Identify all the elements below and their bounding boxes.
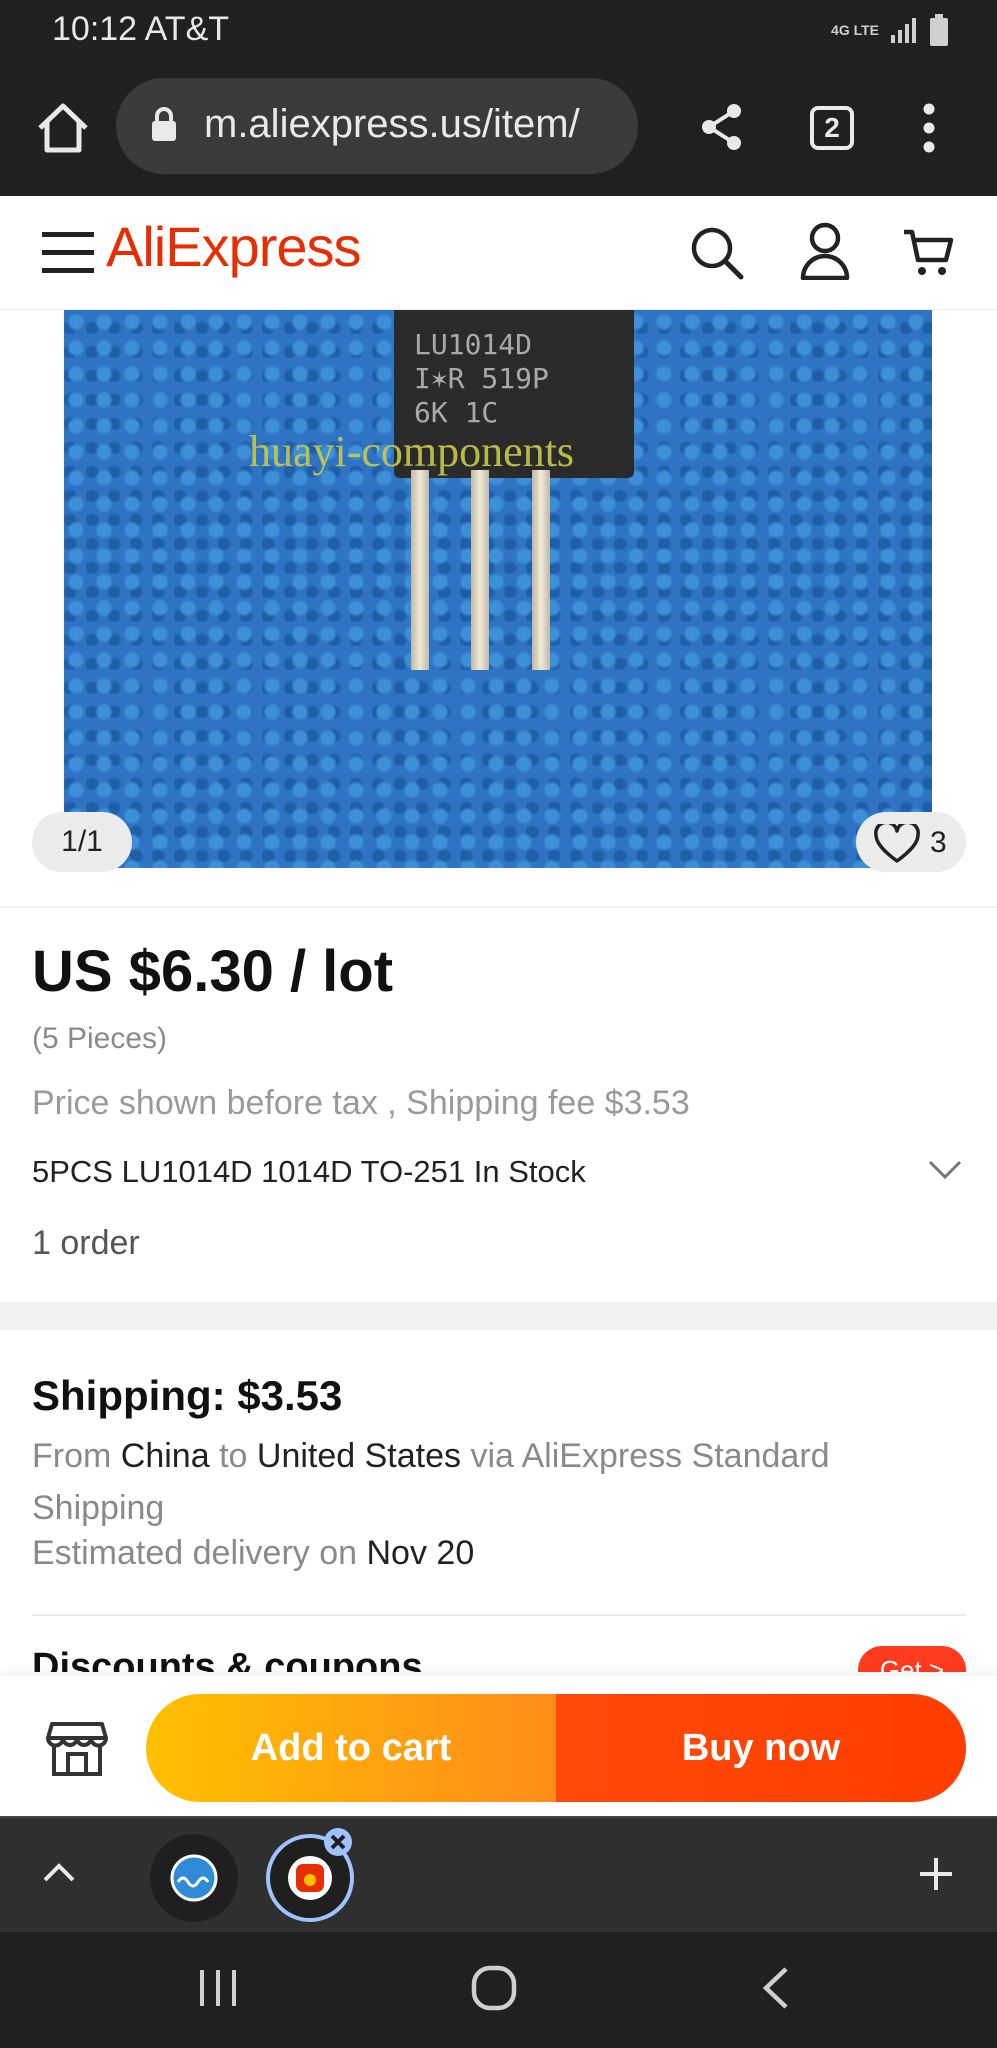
shipping-section[interactable]: Shipping: $3.53 From China to United Sta… <box>0 1330 997 1680</box>
chip-marking-2: I✶R 519P <box>414 362 549 395</box>
url-text: m.aliexpress.us/item/ <box>204 102 580 146</box>
wave-site-icon <box>170 1854 218 1902</box>
from-label: From <box>32 1437 112 1475</box>
coupons-label[interactable]: Discounts & coupons <box>32 1646 423 1672</box>
chip-leg <box>532 470 550 670</box>
product-image[interactable]: LU1014D I✶R 519P 6K 1C huayi-components <box>64 310 932 868</box>
plus-icon[interactable] <box>918 1856 954 1892</box>
chip-leg <box>471 470 489 670</box>
get-coupon-button[interactable]: Get > <box>858 1646 966 1672</box>
purchase-bar: Add to cart Buy now <box>0 1676 997 1816</box>
add-to-cart-button[interactable]: Add to cart <box>146 1694 556 1802</box>
eta-label: Estimated delivery on <box>32 1534 358 1572</box>
home-icon[interactable] <box>34 100 92 156</box>
battery-icon <box>930 14 948 46</box>
product-title[interactable]: 5PCS LU1014D 1014D TO-251 In Stock <box>32 1154 586 1190</box>
aliexpress-app-icon <box>288 1856 332 1900</box>
tab-switcher-button[interactable]: 2 <box>810 106 854 150</box>
chip-marking-1: LU1014D <box>414 328 533 361</box>
destination-country: United States <box>256 1437 462 1475</box>
lot-pieces: (5 Pieces) <box>32 1022 168 1055</box>
site-header: AliExpress <box>0 196 997 310</box>
tax-note: Price shown before tax , Shipping fee $3… <box>32 1084 690 1122</box>
aliexpress-logo[interactable]: AliExpress <box>106 214 362 279</box>
to-label: to <box>219 1437 248 1475</box>
image-pager: 1/1 <box>32 812 132 872</box>
lock-icon <box>152 107 176 141</box>
origin-country: China <box>120 1437 210 1475</box>
home-nav-icon[interactable] <box>470 1964 518 2012</box>
price-section: US $6.30 / lot (5 Pieces) Price shown be… <box>0 906 997 1302</box>
status-bar: 10:12 AT&T 4G LTE <box>0 0 997 62</box>
heart-icon <box>874 824 920 863</box>
status-time: 10:12 AT&T <box>52 10 230 48</box>
chip-leg <box>411 470 429 670</box>
recents-icon[interactable] <box>196 1968 240 2008</box>
account-icon[interactable] <box>800 222 850 280</box>
product-gallery: LU1014D I✶R 519P 6K 1C huayi-components … <box>0 310 997 906</box>
address-bar[interactable]: m.aliexpress.us/item/ <box>116 78 638 174</box>
divider <box>32 1614 966 1616</box>
system-indicators: 4G LTE <box>831 12 949 48</box>
back-icon[interactable] <box>760 1966 790 2010</box>
shipping-title: Shipping: $3.53 <box>32 1372 343 1419</box>
chevron-down-icon[interactable] <box>928 1160 962 1180</box>
tab-thumbnail[interactable] <box>150 1834 238 1922</box>
chip-marking-3: 6K 1C <box>414 396 499 429</box>
favorite-button[interactable]: 3 <box>856 812 966 872</box>
search-icon[interactable] <box>690 226 744 280</box>
more-icon[interactable] <box>918 102 940 154</box>
estimated-delivery: Estimated delivery on Nov 20 <box>32 1534 474 1573</box>
get-coupon-label: Get > <box>858 1646 966 1672</box>
section-divider <box>0 1302 997 1330</box>
signal-icon <box>891 18 916 43</box>
eta-date: Nov 20 <box>366 1534 475 1572</box>
close-icon[interactable] <box>322 1826 354 1858</box>
browser-toolbar: m.aliexpress.us/item/ 2 <box>0 62 997 196</box>
browser-tab-strip <box>0 1816 997 1932</box>
shipping-route: From China to United States via AliExpre… <box>32 1430 932 1534</box>
share-icon[interactable] <box>700 102 744 152</box>
system-nav-bar <box>0 1932 997 2048</box>
product-price: US $6.30 / lot <box>32 939 394 1004</box>
chevron-up-icon[interactable] <box>42 1862 76 1882</box>
menu-icon[interactable] <box>42 230 94 274</box>
order-count: 1 order <box>32 1224 140 1262</box>
cart-icon[interactable] <box>902 226 954 278</box>
favorite-count: 3 <box>930 826 947 859</box>
image-watermark: huayi-components <box>249 427 575 476</box>
store-icon[interactable] <box>46 1716 108 1778</box>
network-type: 4G LTE <box>831 22 879 38</box>
buy-now-button[interactable]: Buy now <box>556 1694 966 1802</box>
